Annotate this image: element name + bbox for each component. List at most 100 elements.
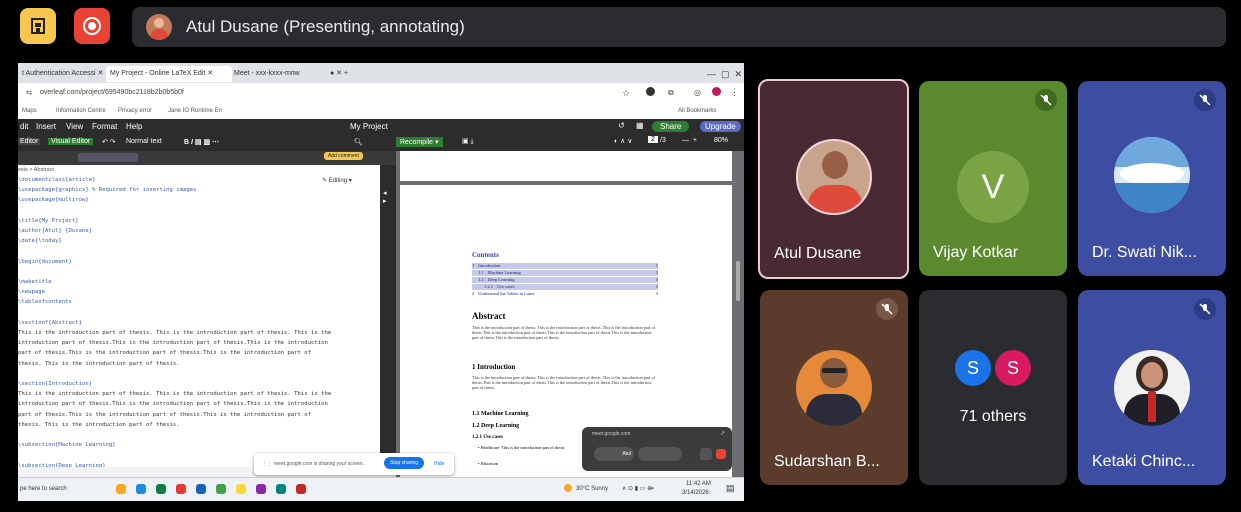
sync-icon[interactable]: ◎ xyxy=(694,88,701,97)
pip-camera-icon[interactable] xyxy=(700,448,712,460)
search-icon[interactable]: 🔍︎ xyxy=(354,138,363,146)
layout-icon[interactable]: ▦ xyxy=(636,121,644,130)
zoom-controls[interactable]: — + xyxy=(682,137,697,144)
record-icon[interactable] xyxy=(74,8,110,44)
bold-icon[interactable]: B I ▤ ▥ ⋯ xyxy=(184,138,219,146)
editor-line[interactable]: \begin{document} xyxy=(18,259,72,265)
bookmark-item[interactable]: Jane IO Runtime En xyxy=(168,108,222,114)
add-comment-button[interactable]: Add comment xyxy=(324,152,363,160)
editor-line[interactable]: This is the introduction part of thesis.… xyxy=(18,391,331,397)
participant-tile-sudarshan[interactable]: Sudarshan B... xyxy=(760,290,908,485)
editor-line[interactable]: thesis. This is the introduction part of… xyxy=(18,422,180,428)
weather-text[interactable]: 30°C Sunny xyxy=(576,486,608,492)
menu-format[interactable]: Format xyxy=(92,122,117,131)
presenter-banner[interactable]: Atul Dusane (Presenting, annotating) xyxy=(132,7,1226,47)
editor-line[interactable]: introduction part of thesis.This is the … xyxy=(18,401,328,407)
participant-tile-ketaki[interactable]: Ketaki Chinc... xyxy=(1078,290,1226,485)
menu-help[interactable]: Help xyxy=(126,122,142,131)
puzzle-icon[interactable]: ⧉ xyxy=(668,88,674,98)
editor-line[interactable]: \newpage xyxy=(18,289,45,295)
quick-action-button[interactable] xyxy=(78,153,138,162)
clock-date[interactable]: 3/14/2026 xyxy=(682,490,709,496)
editor-line[interactable]: thesis. This is the introduction part of… xyxy=(18,361,180,367)
taskbar-app-icon[interactable] xyxy=(196,484,206,494)
browser-tab[interactable]: Meet - xxx-kxxx-mnw xyxy=(230,66,328,82)
pip-hangup-icon[interactable] xyxy=(716,449,726,459)
editor-line[interactable]: part of thesis.This is the introduction … xyxy=(18,350,311,356)
history-icon[interactable]: ↺ xyxy=(618,121,625,130)
editing-mode[interactable]: ✎ Editing ▾ xyxy=(322,177,352,184)
bookmark-item[interactable]: Privacy error xyxy=(118,108,152,114)
menu-kebab-icon[interactable]: ⋮ xyxy=(730,87,739,98)
editor-line[interactable]: \usepackage{graphicx} % Required for ins… xyxy=(18,187,197,193)
download-icon[interactable]: ▣ ⤓ xyxy=(462,137,474,146)
taskbar-search[interactable]: pe here to search xyxy=(20,486,67,492)
pdf-scrollbar[interactable] xyxy=(736,261,740,301)
taskbar-app-icon[interactable] xyxy=(256,484,266,494)
editor-line[interactable]: \subsection{Deep Learning} xyxy=(18,463,106,467)
editor-line[interactable]: part of thesis.This is the introduction … xyxy=(18,412,311,418)
participant-tile-others[interactable]: S S 71 others xyxy=(919,290,1067,485)
taskbar-app-icon[interactable] xyxy=(236,484,246,494)
all-bookmarks[interactable]: All Bookmarks xyxy=(678,108,716,114)
collapse-arrows-icon[interactable]: ◂ ▸ xyxy=(383,189,387,205)
address-bar[interactable]: ⇆ overleaf.com/project/695490bc2118b2b0b… xyxy=(18,83,744,105)
upgrade-button[interactable]: Upgrade xyxy=(700,121,741,132)
editor-line[interactable]: This is the introduction part of thesis.… xyxy=(18,330,331,336)
taskbar-app-icon[interactable] xyxy=(176,484,186,494)
tab-visual-editor[interactable]: Visual Editor xyxy=(48,138,94,145)
editor-line[interactable]: \section{Introduction} xyxy=(18,381,92,387)
editor-line[interactable]: \maketitle xyxy=(18,279,52,285)
taskbar-app-icon[interactable] xyxy=(296,484,306,494)
toc-entry[interactable]: 1.1 Machine Learning 3 xyxy=(472,270,658,276)
taskbar-app-icon[interactable] xyxy=(156,484,166,494)
recompile-button[interactable]: Recompile ▾ xyxy=(396,137,443,147)
toc-entry[interactable]: 2 Understand the Tables in Latex 3 xyxy=(472,291,658,297)
participant-tile-vijay[interactable]: V Vijay Kotkar xyxy=(919,81,1067,276)
activity-icon[interactable] xyxy=(20,8,56,44)
toc-entry[interactable]: 1.2.1 Use cases 3 xyxy=(472,284,658,290)
style-select[interactable]: Normal text xyxy=(126,138,162,145)
participant-tile-swati[interactable]: Dr. Swati Nik... xyxy=(1078,81,1226,276)
menu-insert[interactable]: Insert xyxy=(36,122,56,131)
editor-line[interactable]: \author{Atul} {Dusane} xyxy=(18,228,92,234)
project-title[interactable]: My Project xyxy=(350,122,388,131)
editor-line[interactable]: \usepackage{multirow} xyxy=(18,197,89,203)
page-nav-icon[interactable]: ◐ ∧ ∨ xyxy=(614,137,632,145)
editor-line[interactable]: \date{\today} xyxy=(18,238,62,244)
new-tab-button[interactable]: ● ✕ + xyxy=(326,66,364,82)
zoom-level[interactable]: 80% xyxy=(714,137,728,144)
page-input[interactable]: 2 xyxy=(648,136,658,143)
hide-button[interactable]: Hide xyxy=(434,461,444,467)
pip-close-icon[interactable]: ↗ xyxy=(720,430,725,437)
file-breadcrumb[interactable]: esis > Abstract xyxy=(18,167,54,173)
clock-time[interactable]: 11:42 AM xyxy=(686,481,711,487)
pip-self-chip[interactable]: Atul xyxy=(594,447,634,461)
extension-icon[interactable] xyxy=(646,87,655,96)
taskbar-app-icon[interactable] xyxy=(276,484,286,494)
code-editor[interactable]: esis > Abstract ✎ Editing ▾ \documentcla… xyxy=(18,165,380,467)
editor-line[interactable]: \section*{Abstract} xyxy=(18,320,82,326)
bookmark-item[interactable]: Maps xyxy=(22,108,37,114)
url-text[interactable]: overleaf.com/project/695490bc2118b2b0b5b… xyxy=(40,89,184,96)
meet-pip-window[interactable]: meet.google.com ↗ Atul xyxy=(582,427,732,471)
notification-icon[interactable]: ▤ xyxy=(726,483,735,494)
browser-tab-active[interactable]: My Project - Online LaTeX Edit ✕ xyxy=(106,66,232,82)
bookmark-item[interactable]: Information Centre xyxy=(56,108,106,114)
toc-entry[interactable]: 1.2 Deep Learning 3 xyxy=(472,277,658,283)
undo-icon[interactable]: ↶ ↷ xyxy=(102,138,116,146)
share-button[interactable]: Share xyxy=(652,121,690,132)
editor-line[interactable]: introduction part of thesis.This is the … xyxy=(18,340,328,346)
editor-line[interactable]: \title{My Project} xyxy=(18,218,79,224)
participant-tile-atul[interactable]: Atul Dusane xyxy=(758,79,909,279)
bookmark-star-icon[interactable]: ☆ xyxy=(622,88,630,99)
editor-line[interactable]: \subsection{Machine Learning} xyxy=(18,442,116,448)
taskbar-app-icon[interactable] xyxy=(136,484,146,494)
menu-edit[interactable]: dit xyxy=(20,122,28,131)
tune-icon[interactable]: ⇆ xyxy=(26,89,32,97)
editor-line[interactable]: \tableofcontents xyxy=(18,299,72,305)
profile-avatar[interactable] xyxy=(712,87,721,96)
tray-icons[interactable]: ∧ ⊙ ▮ ▭ ⟴ xyxy=(622,485,654,492)
taskbar-app-icon[interactable] xyxy=(116,484,126,494)
toc-entry[interactable]: 1 Introduction 3 xyxy=(472,263,658,269)
